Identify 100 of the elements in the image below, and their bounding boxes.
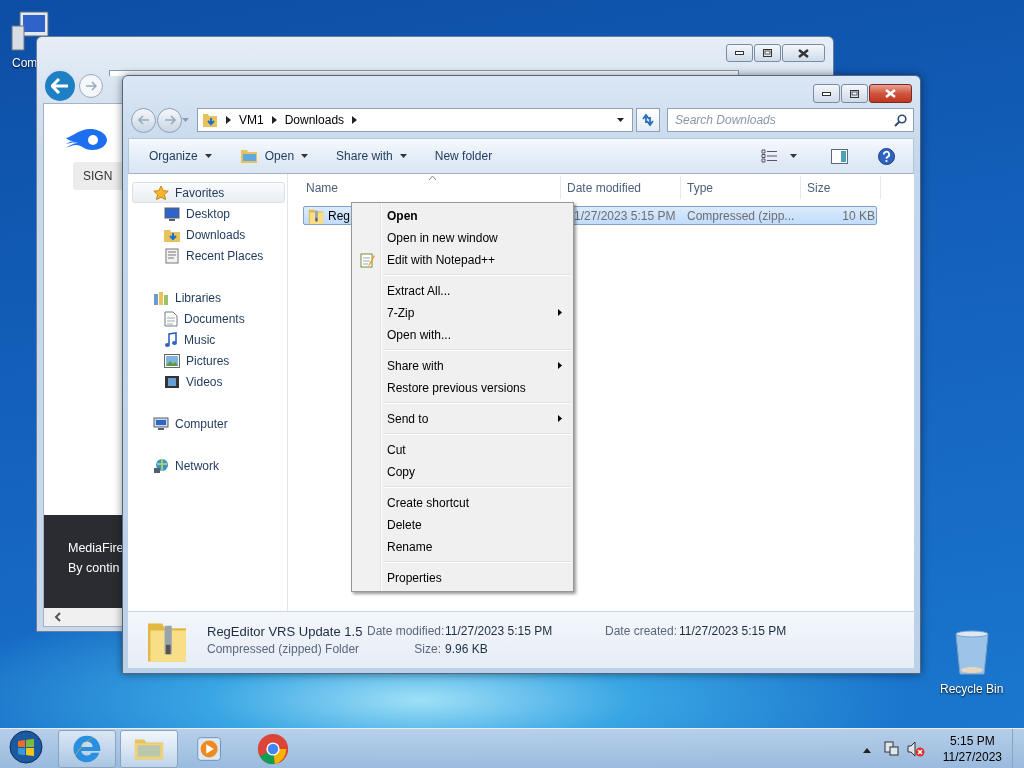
field-label: Date created: — [605, 624, 679, 638]
chevron-icon — [226, 116, 231, 124]
sort-caret-icon — [429, 176, 436, 180]
back-arrow-icon — [137, 115, 150, 125]
column-header[interactable]: Size — [801, 176, 881, 199]
column-header[interactable]: Type — [681, 176, 801, 199]
desktop-icon-label[interactable]: Recycle Bin — [940, 682, 1004, 696]
table-cell-text: Compressed (zipp... — [686, 207, 796, 224]
address-bar[interactable]: VM1 Downloads — [197, 108, 633, 132]
menu-item[interactable]: Edit with Notepad++ — [354, 249, 571, 271]
forward-arrow-icon — [85, 81, 97, 91]
menu-item[interactable]: Share with — [354, 355, 571, 377]
navigation-item[interactable]: Videos — [132, 371, 285, 392]
toolbar-button[interactable]: Open — [231, 143, 319, 169]
clock-date: 11/27/2023 — [942, 748, 1002, 765]
banner-text: MediaFire — [68, 541, 124, 555]
field-value: 11/27/2023 5:15 PM — [679, 624, 788, 638]
maximize-button[interactable] — [841, 84, 868, 103]
menu-item[interactable]: Open with... — [354, 324, 571, 346]
table-cell-text: 10 KB — [841, 207, 876, 224]
banner-text: By contin — [68, 561, 120, 575]
flame-logo-icon — [64, 126, 110, 152]
navigation-item[interactable]: Pictures — [132, 350, 285, 371]
navigation-item[interactable]: Downloads — [132, 224, 285, 245]
toolbar-button[interactable]: Organize — [141, 143, 222, 169]
minimize-button[interactable] — [726, 44, 753, 62]
clock[interactable]: 5:15 PM 11/27/2023 — [942, 732, 1002, 765]
navigation-item[interactable]: Computer — [132, 413, 285, 434]
search-icon — [894, 113, 907, 127]
field-label: Date modified: — [367, 624, 445, 638]
close-icon — [798, 48, 809, 58]
zip-folder-icon — [308, 207, 324, 224]
forward-arrow-icon — [163, 115, 176, 125]
menu-item[interactable]: 7-Zip — [354, 302, 571, 324]
clock-time: 5:15 PM — [950, 732, 995, 749]
menu-item[interactable]: Rename — [354, 536, 571, 558]
taskbar-button[interactable] — [58, 729, 116, 768]
notepad-icon — [359, 252, 375, 268]
submenu-arrow-icon — [558, 309, 562, 316]
breadcrumb-item[interactable]: VM1 — [239, 113, 264, 127]
menu-item[interactable]: Restore previous versions — [354, 377, 571, 399]
menu-item[interactable]: Create shortcut — [354, 492, 571, 514]
search-input[interactable]: Search Downloads — [675, 113, 894, 127]
caret-icon — [301, 154, 309, 158]
toolbar-button[interactable]: New folder — [426, 143, 503, 169]
maximize-icon — [850, 89, 859, 98]
menu-item[interactable]: Open in new window — [354, 227, 571, 249]
menu-item[interactable]: Cut — [354, 439, 571, 461]
minimize-icon — [822, 91, 831, 96]
caret-icon — [399, 154, 407, 158]
minimize-button[interactable] — [813, 84, 840, 103]
caret-icon — [617, 118, 624, 122]
start-orb-icon — [8, 729, 44, 765]
menu-item[interactable]: Extract All... — [354, 280, 571, 302]
film-icon — [164, 374, 180, 389]
toolbar-button[interactable]: Share with — [328, 143, 417, 169]
up-caret-icon — [862, 748, 871, 753]
navigation-item[interactable]: Favorites — [132, 182, 285, 203]
refresh-icon — [641, 113, 655, 127]
menu-item[interactable]: Properties — [354, 567, 571, 589]
scroll-left-icon — [54, 612, 61, 622]
column-header[interactable]: Date modified — [561, 176, 681, 199]
navigation-item[interactable]: Music — [132, 329, 285, 350]
navigation-item[interactable]: Recent Places — [132, 245, 285, 266]
navigation-item[interactable]: Documents — [132, 308, 285, 329]
preview-pane-icon — [831, 148, 848, 164]
table-cell-text: 1/27/2023 5:15 PM — [573, 207, 677, 224]
field-label: Size: — [413, 642, 442, 656]
close-icon — [885, 89, 896, 98]
field-value: 9.96 KB — [445, 642, 489, 656]
maximize-button[interactable] — [754, 44, 781, 62]
navigation-item[interactable]: Desktop — [132, 203, 285, 224]
chevron-icon — [352, 116, 358, 124]
caret-icon — [182, 118, 189, 122]
folder-download-icon — [202, 112, 218, 128]
computer-icon — [153, 415, 169, 432]
file-name: RegEditor VRS Update 1.5 — [207, 623, 364, 639]
navigation-item[interactable]: Network — [132, 455, 285, 476]
help-icon — [878, 147, 895, 165]
menu-item[interactable]: Copy — [354, 461, 571, 483]
navigation-item[interactable]: Libraries — [132, 287, 285, 308]
submenu-arrow-icon — [558, 415, 562, 422]
close-button[interactable] — [869, 84, 912, 103]
menu-item[interactable]: Delete — [354, 514, 571, 536]
menu-item[interactable]: Open — [354, 205, 571, 227]
sign-button[interactable]: SIGN — [73, 162, 125, 190]
search-field[interactable]: Search Downloads — [667, 108, 914, 132]
horizontal-scrollbar[interactable] — [44, 608, 122, 626]
column-header[interactable]: Name — [298, 176, 561, 199]
desktop-icon-label[interactable]: Com — [12, 56, 38, 70]
file-type: Compressed (zipped) Folder — [207, 642, 361, 656]
picture-icon — [164, 353, 180, 368]
menu-item[interactable]: Send to — [354, 408, 571, 430]
breadcrumb-item[interactable]: Downloads — [284, 113, 345, 127]
document-icon — [164, 310, 178, 327]
refresh-button[interactable] — [636, 108, 660, 132]
close-button[interactable] — [782, 44, 825, 62]
minimize-icon — [735, 51, 744, 55]
back-arrow-icon — [51, 78, 69, 94]
speaker-muted-icon[interactable] — [906, 740, 925, 757]
